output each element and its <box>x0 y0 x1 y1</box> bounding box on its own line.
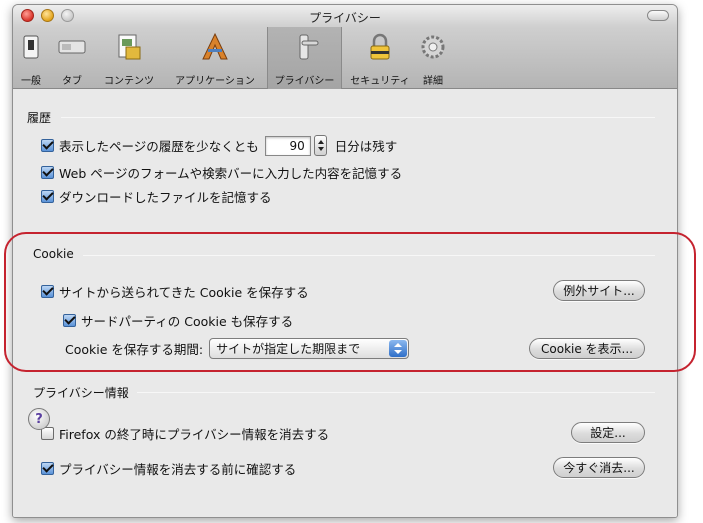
toolbar-content-label: コンテンツ <box>104 76 154 87</box>
help-button[interactable]: ? <box>28 408 50 430</box>
padlock-icon <box>370 33 390 60</box>
ask-before-clearing-row: プライバシー情報を消去する前に確認する <box>41 459 296 478</box>
third-party-cookies-row: サードパーティの Cookie も保存する <box>63 311 293 330</box>
accept-cookies-checkbox[interactable] <box>41 285 54 298</box>
private-data-heading: プライバシー情報 <box>33 386 129 400</box>
door-handle-icon <box>299 34 318 60</box>
history-days-stepper[interactable] <box>313 135 327 156</box>
history-separator <box>61 117 655 118</box>
clear-now-button[interactable]: 今すぐ消去... <box>553 457 645 478</box>
toolbar-general-label: 一般 <box>21 76 41 87</box>
applications-icon <box>202 32 228 60</box>
remember-forms-row: Web ページのフォームや検索バーに入力した内容を記憶する <box>41 163 402 182</box>
remember-forms-checkbox[interactable] <box>41 166 54 179</box>
private-data-settings-button[interactable]: 設定... <box>571 422 645 443</box>
preferences-toolbar: 一般 タブ コンテンツ アプリケーション プライバシー セキュリティ 詳細 <box>13 27 677 89</box>
clear-on-exit-label: Firefox の終了時にプライバシー情報を消去する <box>59 427 330 442</box>
ask-before-clearing-checkbox[interactable] <box>41 462 54 475</box>
ask-before-clearing-label: プライバシー情報を消去する前に確認する <box>59 462 297 477</box>
exceptions-button[interactable]: 例外サイト... <box>553 280 645 301</box>
remember-downloads-row: ダウンロードしたファイルを記憶する <box>41 187 272 206</box>
remember-downloads-label: ダウンロードしたファイルを記憶する <box>59 190 272 205</box>
remember-downloads-checkbox[interactable] <box>41 190 54 203</box>
third-party-cookies-checkbox[interactable] <box>63 314 76 327</box>
third-party-cookies-label: サードパーティの Cookie も保存する <box>81 314 294 329</box>
show-cookies-button[interactable]: Cookie を表示... <box>529 338 645 359</box>
keep-until-value: サイトが指定した期限まで <box>216 342 361 356</box>
remember-history-row: 表示したページの履歴を少なくとも 90 日分は残す <box>41 135 397 156</box>
remember-history-label: 表示したページの履歴を少なくとも <box>59 139 259 154</box>
private-data-separator <box>137 392 655 393</box>
toolbar-tabs[interactable]: タブ <box>53 27 91 89</box>
toolbar-privacy-label: プライバシー <box>274 76 335 87</box>
toolbar-applications[interactable]: アプリケーション <box>167 27 263 89</box>
cookie-separator <box>83 255 655 256</box>
toolbar-security-label: セキュリティ <box>350 76 410 87</box>
history-days-input[interactable]: 90 <box>264 135 311 156</box>
toolbar-tabs-label: タブ <box>62 76 82 87</box>
remember-forms-label: Web ページのフォームや検索バーに入力した内容を記憶する <box>59 166 403 181</box>
remember-history-checkbox[interactable] <box>41 139 54 152</box>
accept-cookies-label: サイトから送られてきた Cookie を保存する <box>59 285 309 300</box>
history-heading: 履歴 <box>27 111 52 125</box>
document-icon <box>118 34 141 60</box>
tab-icon <box>58 40 86 54</box>
gear-icon <box>421 35 445 59</box>
window-title: プライバシー <box>309 11 381 25</box>
title-bar[interactable]: プライバシー <box>13 5 677 27</box>
keep-until-label: Cookie を保存する期間: <box>65 342 204 357</box>
toolbar-content[interactable]: コンテンツ <box>95 27 163 89</box>
accept-cookies-row: サイトから送られてきた Cookie を保存する <box>41 282 309 301</box>
switch-icon <box>23 35 39 59</box>
clear-on-exit-row: Firefox の終了時にプライバシー情報を消去する <box>41 424 329 443</box>
keep-until-row: Cookie を保存する期間: サイトが指定した期限まで <box>65 338 410 359</box>
keep-until-select[interactable]: サイトが指定した期限まで <box>209 338 410 359</box>
cookie-heading: Cookie <box>33 247 74 261</box>
toolbar-advanced-label: 詳細 <box>423 76 443 87</box>
select-arrows-icon <box>389 340 408 357</box>
toolbar-toggle-button[interactable] <box>647 10 669 21</box>
toolbar-advanced[interactable]: 詳細 <box>417 27 449 89</box>
toolbar-applications-label: アプリケーション <box>175 76 255 87</box>
preferences-window: プライバシー 一般 タブ コンテンツ アプリケーション プライバシー セキュリテ… <box>12 4 678 518</box>
history-days-suffix: 日分は残す <box>334 139 398 154</box>
toolbar-privacy[interactable]: プライバシー <box>267 27 342 89</box>
toolbar-general[interactable]: 一般 <box>15 27 47 89</box>
toolbar-security[interactable]: セキュリティ <box>345 27 415 89</box>
preferences-pane: 履歴 表示したページの履歴を少なくとも 90 日分は残す Web ページのフォー… <box>13 90 677 517</box>
